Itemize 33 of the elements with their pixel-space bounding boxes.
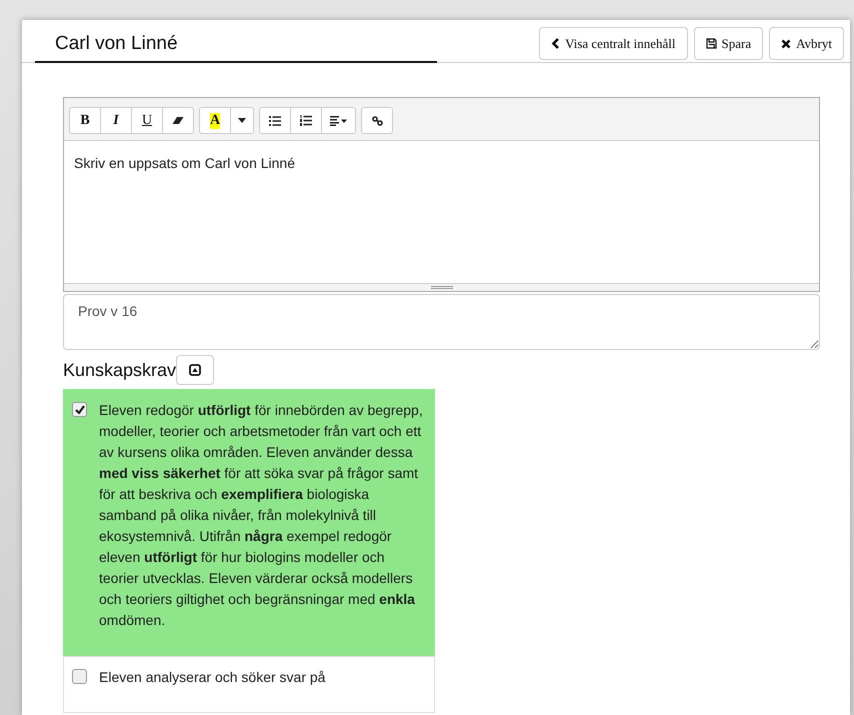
bullet-list-icon [269,116,281,126]
requirement-text: Eleven redogör utförligt för innebörden av begrepp, modeller, teorier och arbetsmetoder från vart och ett av kursens olika områden. Eleven använder dessa med viss säkerhet för att söka svar på frågor samt för att beskriva och exemplifiera biologiska samband på olika nivåer, från molekylnivå till ekosystemnivå. Utifrån några exempel redogör eleven utförligt för hur biologins modeller och teorier utvecklas. Eleven värderar också modellers och teoriers giltighet och begränsningar med enkla omdömen. [99,401,424,630]
page-title: Carl von Linné [35,29,437,63]
collapse-icon [189,364,202,376]
underline-button[interactable]: U [131,107,163,134]
caret-button[interactable] [230,107,254,134]
highlight-button[interactable]: A [199,107,231,134]
numbered-list-icon [300,115,312,126]
requirement-item[interactable]: Eleven analyserar och söker svar på [63,656,435,713]
checkbox[interactable] [72,402,87,417]
align-left-caret-icon [330,116,347,126]
close-icon [781,38,792,48]
resize-grip[interactable] [64,284,819,291]
link-icon [372,116,382,126]
note-field[interactable]: Prov v 16 [63,294,820,350]
italic-button[interactable]: I [100,107,132,134]
eraser-button[interactable] [162,107,194,134]
save-button[interactable]: Spara [694,27,764,60]
section-title: Kunskapskrav [63,360,176,380]
align-button[interactable] [321,107,356,134]
requirement-text: Eleven analyserar och söker svar på [99,668,326,687]
cancel-button[interactable]: Avbryt [769,27,844,60]
bullets-button[interactable] [259,107,291,134]
eraser-icon [172,116,184,125]
requirement-item[interactable] [63,389,435,656]
link-button[interactable] [361,107,393,134]
numbers-button[interactable] [290,107,322,134]
collapse-button[interactable] [176,355,214,385]
chevron-left-icon [551,38,560,49]
checkbox[interactable] [72,669,87,684]
back-button[interactable]: Visa centralt innehåll [539,27,688,60]
bold-button[interactable]: B [69,107,101,134]
caret-icon [238,118,246,123]
